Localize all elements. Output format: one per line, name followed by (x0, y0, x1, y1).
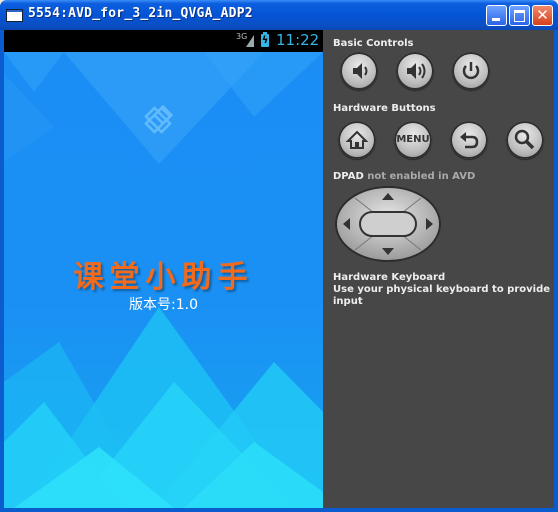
volume-up-icon (407, 63, 426, 79)
minimize-icon (487, 6, 506, 25)
home-icon (345, 130, 369, 149)
basic-controls-label: Basic Controls (333, 38, 414, 49)
window-title: 5554:AVD_for_3_2in_QVGA_ADP2 (28, 6, 253, 21)
signal-icon (246, 35, 254, 47)
hardware-keyboard-note: Use your physical keyboard to provide in… (333, 284, 551, 307)
power-icon (462, 62, 480, 80)
close-icon: ✕ (536, 6, 549, 24)
window-frame-right (554, 30, 558, 512)
dpad[interactable] (335, 186, 441, 262)
maximize-icon (510, 6, 529, 25)
dpad-note: not enabled in AVD (367, 171, 476, 182)
dpad-label: DPAD not enabled in AVD (333, 171, 475, 182)
back-button[interactable] (450, 121, 488, 159)
maximize-button[interactable] (509, 5, 530, 26)
volume-up-button[interactable] (396, 52, 434, 90)
charging-icon: ϟ (261, 35, 269, 46)
splash-screen: 课堂小助手 版本号:1.0 (4, 52, 323, 508)
status-bar: 3G ϟ 11:22 (4, 30, 323, 52)
window-frame-bottom (0, 508, 558, 512)
app-version: 版本号:1.0 (129, 297, 198, 313)
logo-icon (144, 105, 173, 134)
back-icon (460, 132, 479, 149)
window-icon (6, 9, 23, 22)
title-bar[interactable]: 5554:AVD_for_3_2in_QVGA_ADP2 ✕ (0, 0, 558, 30)
power-button[interactable] (452, 52, 490, 90)
menu-button[interactable]: MENU (394, 121, 432, 159)
volume-down-button[interactable] (340, 52, 378, 90)
control-panel: Basic Controls Hardware Buttons MENU DPA… (323, 30, 554, 508)
device-screen[interactable]: 3G ϟ 11:22 课堂小助手 版本号:1.0 (4, 30, 323, 508)
battery-icon: ϟ (261, 32, 269, 47)
menu-button-label: MENU (396, 134, 430, 145)
hardware-buttons-label: Hardware Buttons (333, 103, 436, 114)
search-button[interactable] (506, 121, 544, 159)
app-title: 课堂小助手 (73, 260, 254, 295)
minimize-button[interactable] (486, 5, 507, 26)
close-button[interactable]: ✕ (532, 5, 553, 26)
status-clock: 11:22 (276, 31, 320, 49)
hardware-keyboard-label: Hardware Keyboard (333, 272, 446, 283)
volume-down-icon (353, 63, 368, 79)
search-icon (514, 129, 535, 150)
dpad-label-text: DPAD (333, 171, 364, 182)
home-button[interactable] (338, 121, 376, 159)
keyboard-section: Hardware Keyboard Use your physical keyb… (333, 272, 554, 308)
